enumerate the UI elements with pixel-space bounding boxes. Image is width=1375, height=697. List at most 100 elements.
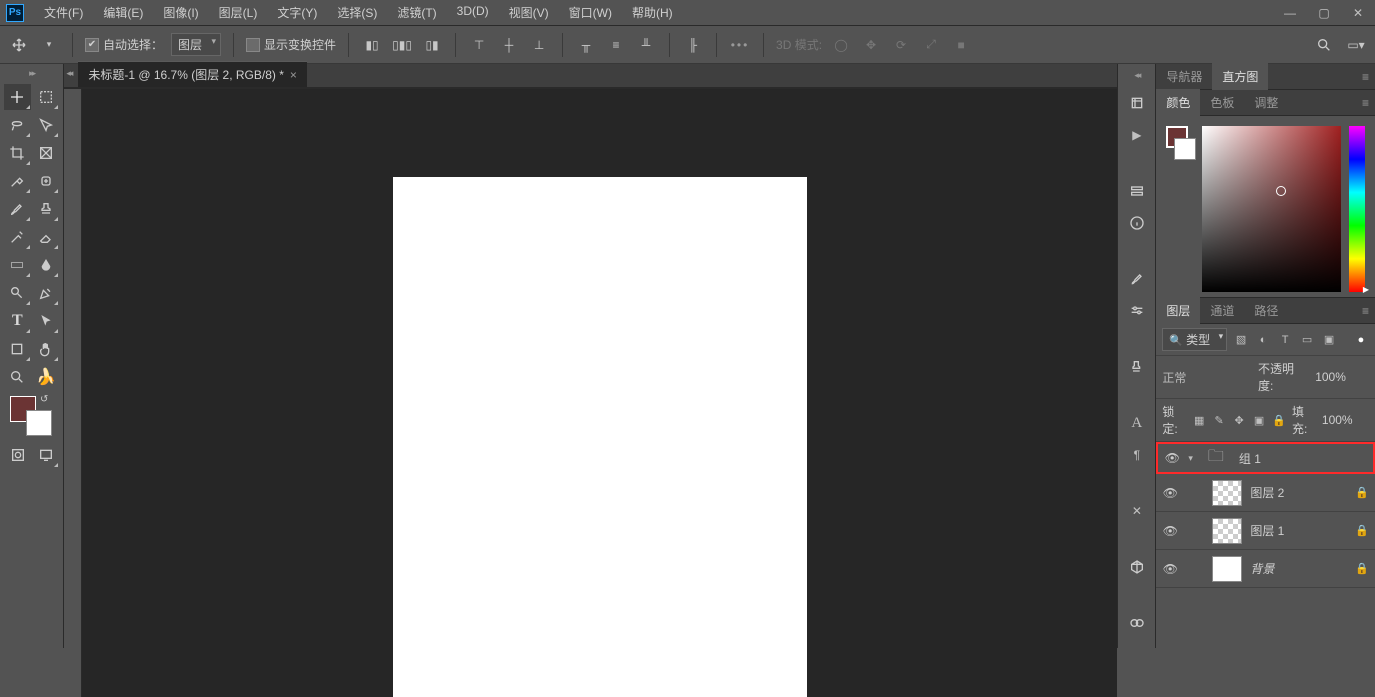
pen-tool[interactable] (33, 280, 60, 306)
maximize-button[interactable]: ▢ (1307, 2, 1341, 24)
lock-paint-icon[interactable]: ✎ (1212, 412, 1226, 428)
brush-tool[interactable] (4, 196, 31, 222)
filter-type-icon[interactable]: T (1277, 332, 1293, 348)
hand-tool[interactable] (33, 336, 60, 362)
stamp-tool[interactable] (33, 196, 60, 222)
tab-swatches[interactable]: 色板 (1200, 89, 1244, 116)
align-right-icon[interactable]: ▯▮ (421, 34, 443, 56)
background-color-swatch[interactable] (26, 410, 52, 436)
color-panel-menu-icon[interactable]: ≡ (1356, 96, 1375, 110)
menu-image[interactable]: 图像(I) (153, 1, 208, 24)
3d-orbit-icon[interactable]: ◯ (830, 34, 852, 56)
libraries-panel-icon[interactable] (1126, 612, 1148, 634)
zoom-tool[interactable] (4, 364, 31, 390)
close-tab-icon[interactable]: × (290, 68, 297, 82)
quick-select-tool[interactable] (33, 112, 60, 138)
3d-panel-icon[interactable] (1126, 556, 1148, 578)
layers-panel-menu-icon[interactable]: ≡ (1356, 304, 1375, 318)
screen-mode-icon[interactable] (32, 442, 60, 468)
move-tool-icon[interactable] (8, 34, 30, 56)
eraser-tool[interactable] (33, 224, 60, 250)
menu-view[interactable]: 视图(V) (499, 1, 559, 24)
menu-file[interactable]: 文件(F) (34, 1, 93, 24)
layer-2[interactable]: 👁 图层 2 🔒 (1156, 474, 1375, 512)
menu-filter[interactable]: 滤镜(T) (387, 1, 446, 24)
color-picker-cursor[interactable] (1276, 186, 1286, 196)
align-top-icon[interactable]: ⊤ (468, 34, 490, 56)
visibility-toggle[interactable]: 👁 (1162, 562, 1178, 576)
visibility-toggle[interactable]: 👁 (1162, 524, 1178, 538)
info-panel-icon[interactable] (1126, 212, 1148, 234)
canvas-viewport[interactable] (82, 89, 1117, 697)
color-field[interactable] (1202, 126, 1341, 292)
3d-roll-icon[interactable]: ⟳ (890, 34, 912, 56)
blend-mode-dropdown[interactable]: 正常 (1162, 369, 1252, 386)
menu-edit[interactable]: 编辑(E) (93, 1, 153, 24)
3d-scale-icon[interactable]: ⤢ (920, 34, 942, 56)
canvas[interactable] (393, 177, 807, 697)
swap-colors-icon[interactable]: ↺ (40, 394, 48, 405)
filter-toggle-icon[interactable]: ● (1353, 332, 1369, 348)
filter-smart-icon[interactable]: ▣ (1321, 332, 1337, 348)
3d-pan-icon[interactable]: ✥ (860, 34, 882, 56)
brush-settings-panel-icon[interactable] (1126, 300, 1148, 322)
tab-paths[interactable]: 路径 (1244, 297, 1288, 324)
properties-panel-icon[interactable] (1126, 180, 1148, 202)
visibility-toggle[interactable]: 👁 (1164, 451, 1180, 465)
paragraph-panel-icon[interactable]: ¶ (1126, 444, 1148, 466)
brushes-panel-icon[interactable] (1126, 268, 1148, 290)
tab-layers[interactable]: 图层 (1156, 297, 1200, 324)
lock-transparency-icon[interactable]: ▦ (1192, 412, 1206, 428)
visibility-toggle[interactable]: 👁 (1162, 486, 1178, 500)
layer-thumbnail[interactable] (1212, 480, 1242, 506)
auto-select-checkbox[interactable]: ✔自动选择： (85, 36, 163, 53)
lock-all-icon[interactable]: 🔒 (1272, 412, 1286, 428)
3d-slide-icon[interactable]: ■ (950, 34, 972, 56)
lasso-tool[interactable] (4, 112, 31, 138)
layer-thumbnail[interactable] (1212, 556, 1242, 582)
minimize-button[interactable]: — (1273, 2, 1307, 24)
tab-navigator[interactable]: 导航器 (1156, 63, 1212, 90)
lock-icon[interactable]: 🔒 (1355, 486, 1369, 499)
healing-tool[interactable] (33, 168, 60, 194)
align-center-v-icon[interactable]: ┼ (498, 34, 520, 56)
workspace-switcher-icon[interactable]: ▭▾ (1345, 34, 1367, 56)
tools-preset-panel-icon[interactable]: ✕ (1126, 500, 1148, 522)
path-select-tool[interactable] (33, 308, 60, 334)
distribute-bottom-icon[interactable]: ╨ (635, 34, 657, 56)
clone-source-panel-icon[interactable] (1126, 356, 1148, 378)
layer-name[interactable]: 组 1 (1239, 450, 1367, 467)
layer-filter-dropdown[interactable]: 🔍 类型 (1162, 328, 1227, 351)
opacity-input[interactable]: 100% (1315, 370, 1369, 384)
menu-layer[interactable]: 图层(L) (209, 1, 268, 24)
color-swatches[interactable]: ↺ (0, 392, 63, 438)
close-button[interactable]: ✕ (1341, 2, 1375, 24)
tab-adjustments[interactable]: 调整 (1244, 89, 1288, 116)
align-center-h-icon[interactable]: ▯▮▯ (391, 34, 413, 56)
history-brush-tool[interactable] (4, 224, 31, 250)
search-icon[interactable] (1313, 34, 1335, 56)
character-panel-icon[interactable]: A (1126, 412, 1148, 434)
tab-histogram[interactable]: 直方图 (1212, 63, 1268, 90)
filter-adjust-icon[interactable]: ◐ (1255, 332, 1271, 348)
lock-icon[interactable]: 🔒 (1355, 562, 1369, 575)
filter-shape-icon[interactable]: ▭ (1299, 332, 1315, 348)
banana-tool[interactable]: 🍌 (33, 364, 60, 390)
eyedropper-tool[interactable] (4, 168, 31, 194)
menu-select[interactable]: 选择(S) (327, 1, 387, 24)
tab-channels[interactable]: 通道 (1200, 297, 1244, 324)
fill-input[interactable]: 100% (1322, 413, 1369, 427)
distribute-top-icon[interactable]: ╥ (575, 34, 597, 56)
type-tool[interactable]: T (4, 308, 31, 334)
actions-panel-icon[interactable]: ▶ (1126, 124, 1148, 146)
distribute-left-icon[interactable]: ╟ (682, 34, 704, 56)
move-tool[interactable] (4, 84, 31, 110)
menu-3d[interactable]: 3D(D) (447, 1, 499, 24)
dodge-tool[interactable] (4, 280, 31, 306)
layer-name[interactable]: 背景 (1250, 560, 1347, 577)
hue-slider[interactable]: ▶ (1349, 126, 1365, 292)
expand-panels-icon[interactable]: ◂◂ (66, 68, 71, 79)
history-panel-icon[interactable] (1126, 92, 1148, 114)
layer-name[interactable]: 图层 1 (1250, 522, 1347, 539)
crop-tool[interactable] (4, 140, 31, 166)
